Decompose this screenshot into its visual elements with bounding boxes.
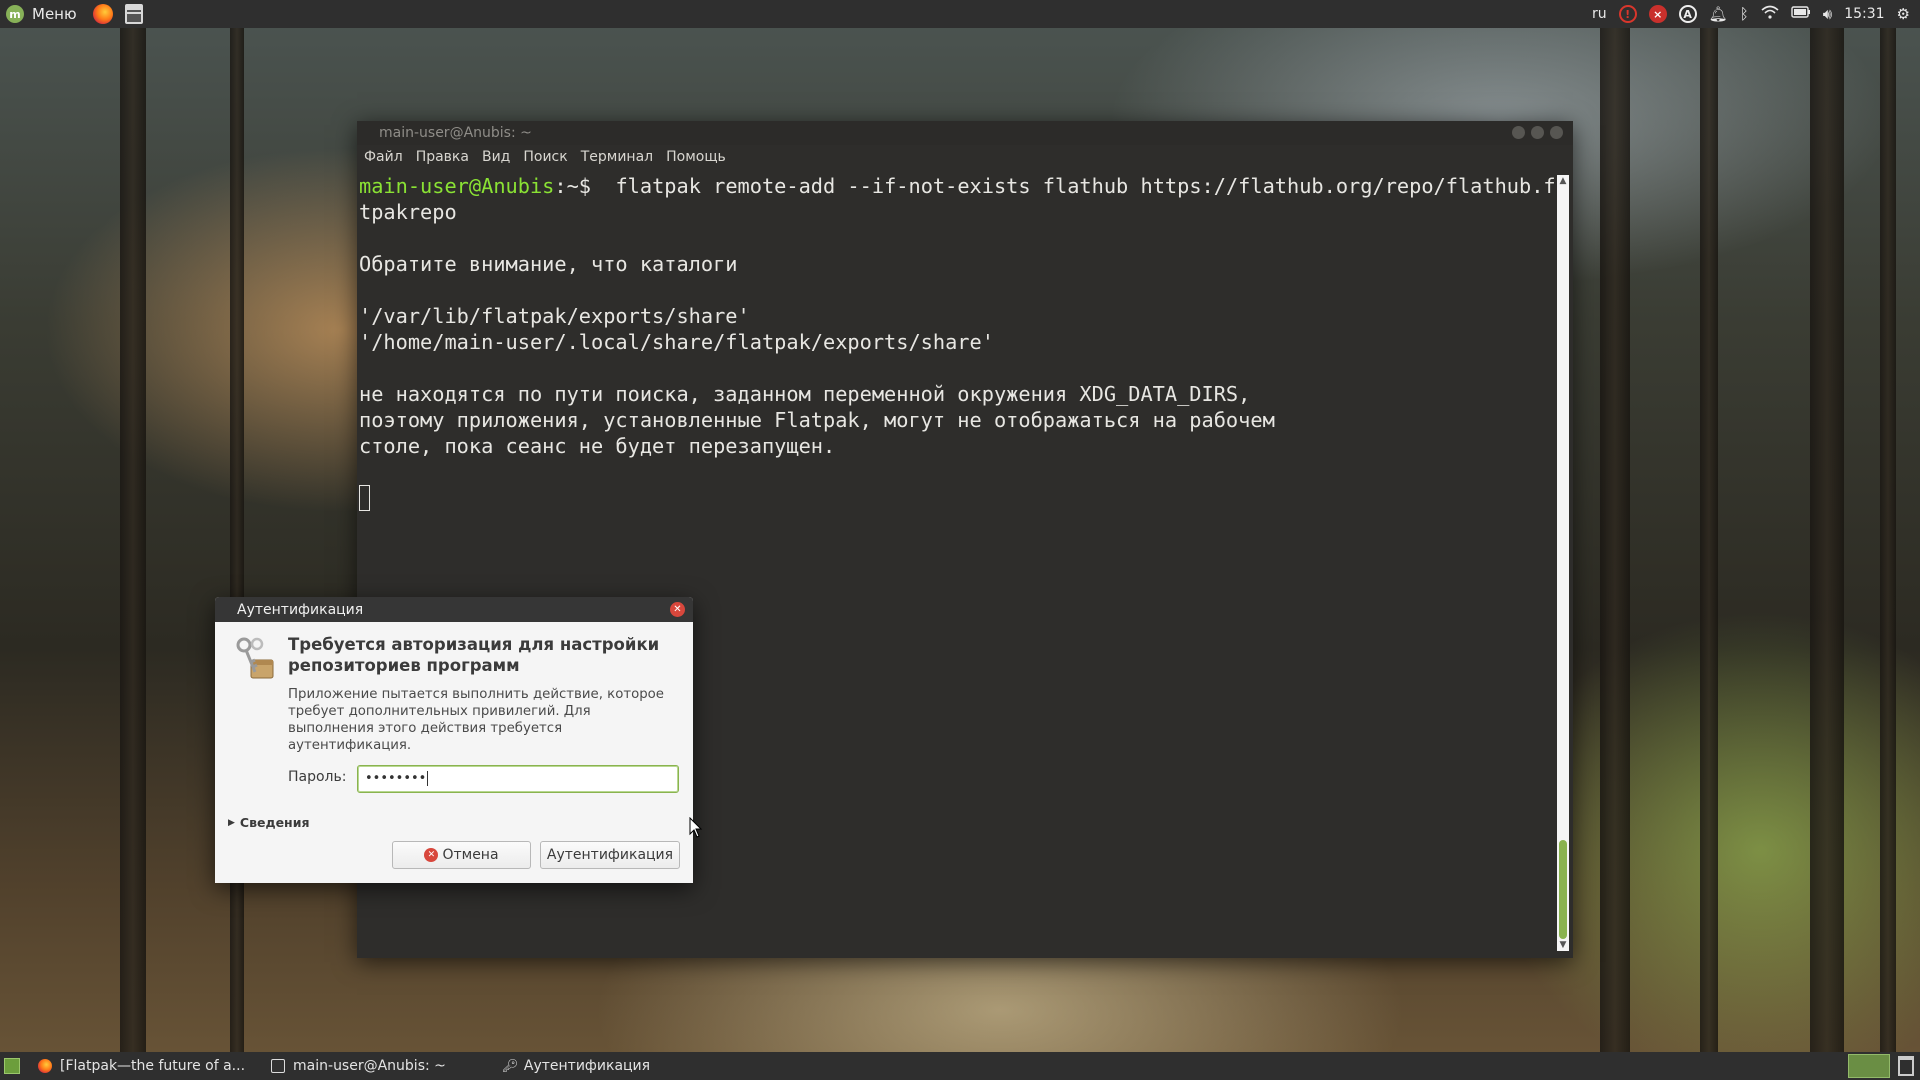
taskbar-item-terminal[interactable]: main-user@Anubis: ~ bbox=[263, 1052, 454, 1080]
auth-heading: Требуется авторизация для настройки репо… bbox=[288, 635, 660, 675]
linux-mint-icon: m bbox=[6, 5, 24, 23]
firefox-launcher-icon[interactable] bbox=[92, 4, 113, 24]
password-field[interactable]: •••••••• bbox=[357, 765, 679, 793]
close-icon[interactable] bbox=[1550, 126, 1563, 139]
update-warning-icon[interactable]: ! bbox=[1618, 5, 1637, 23]
auth-titlebar[interactable]: Аутентификация ✕ bbox=[215, 597, 693, 622]
keys-icon bbox=[233, 636, 275, 682]
menu-edit[interactable]: Правка bbox=[416, 149, 469, 165]
prompt-user: main-user@Anubis bbox=[359, 174, 555, 198]
terminal-menubar: Файл Правка Вид Поиск Терминал Помощь bbox=[357, 145, 1573, 169]
output-line: столе, пока сеанс не будет перезапущен. bbox=[359, 434, 836, 458]
expander-triangle-icon: ▶ bbox=[228, 817, 235, 828]
cancel-label: Отмена bbox=[442, 847, 499, 863]
menu-terminal[interactable]: Терминал bbox=[581, 149, 653, 165]
bluetooth-icon[interactable]: ᛒ bbox=[1740, 5, 1749, 23]
password-value: •••••••• bbox=[365, 771, 427, 786]
menu-label: Меню bbox=[32, 5, 77, 23]
firefox-icon bbox=[38, 1059, 52, 1073]
file-manager-launcher-icon[interactable] bbox=[124, 4, 143, 24]
top-panel: m Меню ru ! × A 🔔︎ ᛒ 🔊︎ 15:31 ⚙ bbox=[0, 0, 1920, 28]
key-icon: 🔑︎ bbox=[501, 1059, 519, 1074]
scrollbar-thumb[interactable] bbox=[1559, 840, 1567, 939]
menu-view[interactable]: Вид bbox=[482, 149, 510, 165]
menu-file[interactable]: Файл bbox=[364, 149, 403, 165]
terminal-icon bbox=[271, 1059, 286, 1073]
output-line: не находятся по пути поиска, заданном пе… bbox=[359, 382, 1251, 406]
details-expander[interactable]: ▶ Сведения bbox=[228, 815, 309, 830]
menu-help[interactable]: Помощь bbox=[666, 149, 726, 165]
keyboard-layout-indicator[interactable]: ru bbox=[1592, 6, 1607, 22]
scroll-down-icon[interactable]: ▼ bbox=[1557, 939, 1569, 951]
settings-gear-icon[interactable]: ⚙ bbox=[1897, 5, 1910, 23]
clock[interactable]: 15:31 bbox=[1844, 6, 1884, 22]
command-wrap: tpakrepo bbox=[359, 200, 457, 224]
output-line: '/home/main-user/.local/share/flatpak/ex… bbox=[359, 330, 994, 354]
volume-icon[interactable]: 🔊︎ bbox=[1823, 5, 1832, 23]
authentication-dialog: Аутентификация ✕ Требуется авторизация д… bbox=[215, 597, 693, 883]
accessibility-icon[interactable]: A bbox=[1678, 5, 1697, 23]
authenticate-label: Аутентификация bbox=[546, 847, 674, 863]
terminal-scrollbar[interactable]: ▲ ▼ bbox=[1557, 175, 1569, 951]
battery-icon[interactable] bbox=[1791, 6, 1811, 22]
output-line: Обратите внимание, что каталоги bbox=[359, 252, 738, 276]
system-tray: ru ! × A 🔔︎ ᛒ 🔊︎ 15:31 ⚙ bbox=[1592, 5, 1920, 23]
maximize-icon[interactable] bbox=[1531, 126, 1544, 139]
output-line: поэтому приложения, установленные Flatpa… bbox=[359, 408, 1275, 432]
bottom-panel: [Flatpak—the future of a... main-user@An… bbox=[0, 1052, 1920, 1080]
prompt-path: :~$ bbox=[554, 174, 616, 198]
close-icon[interactable]: ✕ bbox=[670, 602, 685, 617]
taskbar-item-authentication[interactable]: 🔑︎ Аутентификация bbox=[494, 1052, 658, 1080]
taskbar-item-firefox[interactable]: [Flatpak—the future of a... bbox=[30, 1052, 253, 1080]
alert-icon[interactable]: × bbox=[1648, 5, 1667, 23]
task-label: [Flatpak—the future of a... bbox=[60, 1058, 246, 1074]
menu-button[interactable]: m Меню bbox=[0, 0, 85, 28]
details-label: Сведения bbox=[239, 815, 310, 830]
task-label: main-user@Anubis: ~ bbox=[293, 1058, 446, 1074]
terminal-cursor bbox=[359, 485, 370, 511]
cancel-icon: ✕ bbox=[424, 848, 439, 862]
password-label: Пароль: bbox=[288, 769, 347, 785]
auth-description: Приложение пытается выполнить действие, … bbox=[288, 687, 664, 753]
text-caret bbox=[427, 771, 429, 786]
minimize-icon[interactable] bbox=[1512, 126, 1525, 139]
workspace-switcher[interactable] bbox=[1848, 1054, 1890, 1078]
cursor-line bbox=[359, 485, 1559, 511]
command-text: flatpak remote-add --if-not-exists flath… bbox=[615, 174, 1559, 198]
wifi-icon[interactable] bbox=[1761, 5, 1779, 23]
cancel-button[interactable]: ✕ Отмена bbox=[392, 841, 531, 869]
trash-icon[interactable] bbox=[1898, 1056, 1914, 1076]
menu-search[interactable]: Поиск bbox=[523, 149, 567, 165]
terminal-titlebar[interactable]: main-user@Anubis: ~ bbox=[357, 121, 1573, 145]
window-controls bbox=[1512, 126, 1563, 139]
auth-title: Аутентификация bbox=[237, 601, 364, 618]
task-label: Аутентификация bbox=[523, 1058, 651, 1074]
output-line: '/var/lib/flatpak/exports/share' bbox=[359, 304, 750, 328]
notifications-bell-icon[interactable]: 🔔︎ bbox=[1709, 5, 1728, 23]
terminal-title: main-user@Anubis: ~ bbox=[379, 125, 532, 141]
authenticate-button[interactable]: Аутентификация bbox=[540, 841, 680, 869]
mouse-pointer-icon bbox=[689, 816, 703, 839]
command-line: main-user@Anubis:~$ flatpak remote-add -… bbox=[359, 173, 1559, 199]
show-desktop-icon[interactable] bbox=[4, 1058, 20, 1074]
scroll-up-icon[interactable]: ▲ bbox=[1557, 175, 1569, 187]
